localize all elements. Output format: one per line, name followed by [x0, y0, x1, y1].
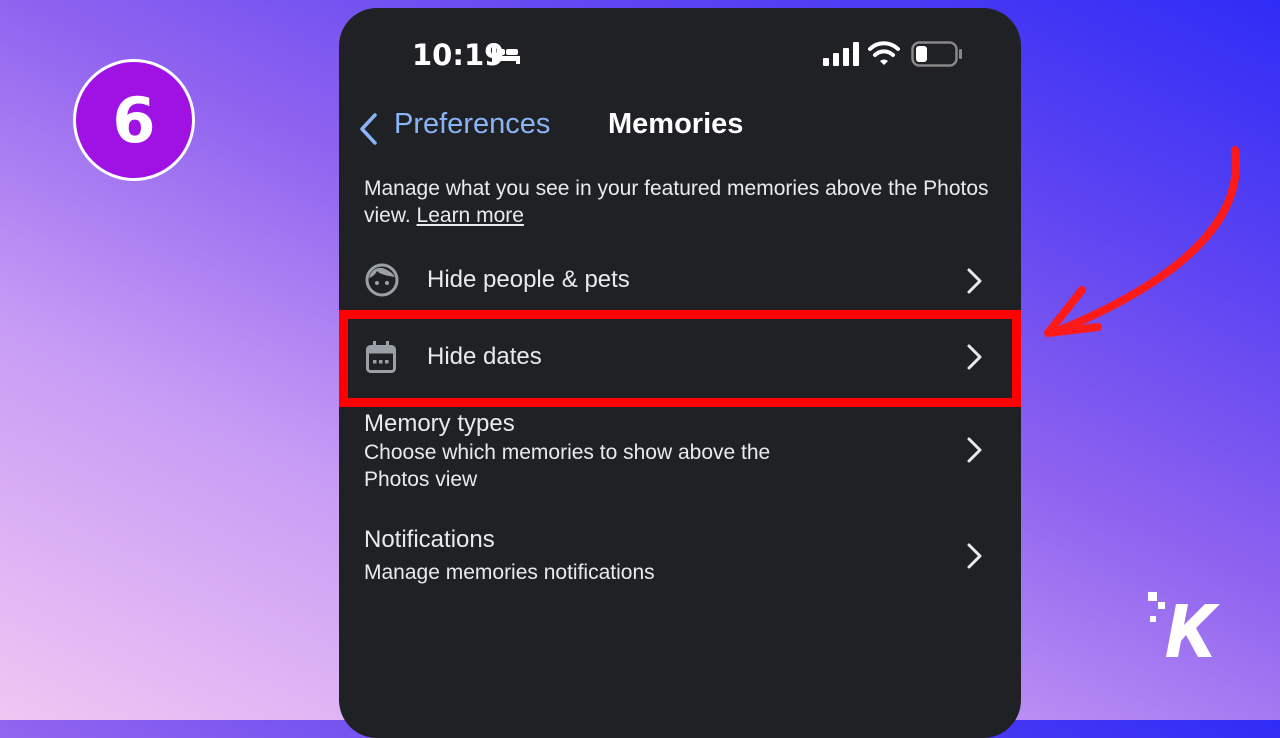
hide-people-pets-label: Hide people & pets — [427, 266, 630, 293]
chevron-right-icon — [967, 268, 982, 294]
red-arrow-annotation — [1044, 146, 1240, 337]
back-chevron-icon[interactable] — [357, 112, 379, 146]
learn-more-link[interactable]: Learn more — [417, 204, 524, 227]
notifications-title: Notifications — [364, 526, 495, 553]
highlight-box — [339, 310, 1021, 407]
chevron-right-icon — [967, 543, 982, 569]
intro-description: Manage what you see in your featured mem… — [364, 175, 994, 229]
wifi-icon — [868, 41, 900, 65]
notifications-item[interactable]: Notifications Manage memories notificati… — [339, 525, 1021, 590]
memory-types-subtitle: Choose which memories to show above the … — [364, 441, 771, 491]
face-icon — [365, 263, 399, 297]
page-title: Memories — [608, 108, 744, 140]
knowtechie-k-logo — [1148, 592, 1220, 657]
cellular-signal-icon — [823, 42, 859, 66]
hide-people-pets-item[interactable]: Hide people & pets — [339, 250, 1021, 310]
memory-types-item[interactable]: Memory types Choose which memories to sh… — [339, 408, 1021, 498]
notifications-subtitle: Manage memories notifications — [364, 561, 655, 584]
chevron-right-icon — [967, 437, 982, 463]
back-button[interactable]: Preferences — [394, 108, 550, 141]
step-number-badge: 6 — [73, 59, 195, 181]
bed-icon — [492, 46, 520, 64]
memory-types-title: Memory types — [364, 410, 515, 437]
battery-icon — [911, 41, 962, 67]
